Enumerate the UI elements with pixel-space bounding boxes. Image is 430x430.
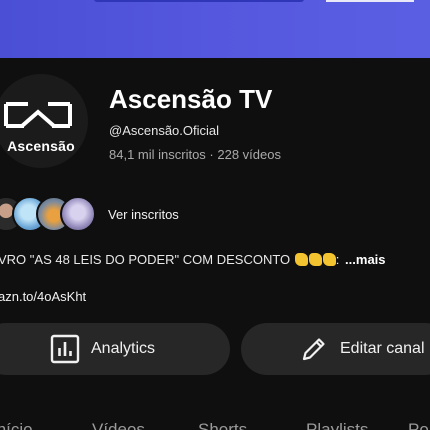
channel-tabs: Início Vídeos Shorts Playlists Po <box>0 418 430 430</box>
see-subscribers-link[interactable]: Ver inscritos <box>108 207 179 222</box>
avatar-label: Ascensão <box>7 138 75 154</box>
channel-stats: 84,1 mil inscritos · 228 vídeos <box>109 147 281 162</box>
tab-playlists[interactable]: Playlists <box>306 420 368 430</box>
channel-banner <box>0 0 430 58</box>
pointing-hand-icon <box>322 253 336 266</box>
analytics-label: Analytics <box>91 340 156 357</box>
banner-text-graphic <box>94 0 304 2</box>
channel-handle: @Ascensão.Oficial <box>109 123 220 138</box>
channel-avatar[interactable]: Ascensão <box>0 74 88 168</box>
subscriber-avatar <box>60 196 96 232</box>
tab-home[interactable]: Início <box>0 420 33 430</box>
edit-channel-button[interactable]: Editar canal <box>241 323 430 375</box>
analytics-button[interactable]: Analytics <box>0 323 230 375</box>
pencil-icon <box>302 338 325 361</box>
edit-channel-label: Editar canal <box>340 340 425 357</box>
channel-name: Ascensão TV <box>109 84 273 114</box>
banner-frame-graphic <box>326 0 414 2</box>
pointing-hand-icon <box>294 253 308 266</box>
pointing-hand-icon <box>308 253 322 266</box>
channel-link[interactable]: azn.to/4oAsKht <box>0 289 86 304</box>
description-more-link[interactable]: ...mais <box>345 252 385 267</box>
channel-description[interactable]: VRO "AS 48 LEIS DO PODER" COM DESCONTO :… <box>0 252 386 267</box>
subscriber-avatars[interactable] <box>0 196 108 232</box>
tab-shorts[interactable]: Shorts <box>198 420 247 430</box>
description-colon: : <box>335 252 340 267</box>
tab-posts[interactable]: Po <box>408 420 429 430</box>
bar-chart-icon <box>50 334 80 364</box>
tab-videos[interactable]: Vídeos <box>92 420 145 430</box>
description-text: VRO "AS 48 LEIS DO PODER" COM DESCONTO <box>0 252 291 267</box>
